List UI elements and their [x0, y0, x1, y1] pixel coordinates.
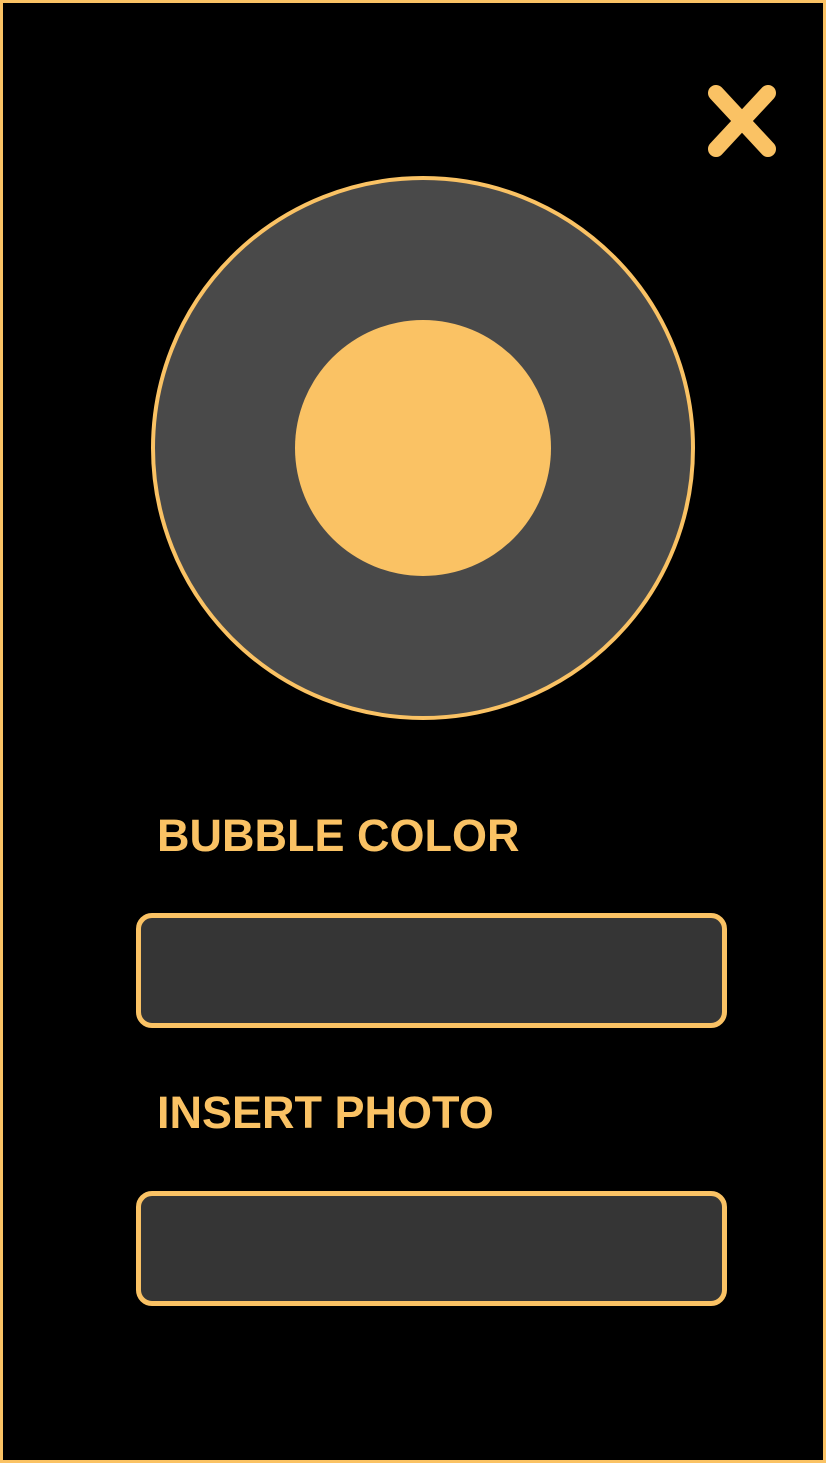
bubble-settings-panel: BUBBLE COLOR INSERT PHOTO — [0, 0, 826, 1463]
close-icon[interactable] — [706, 83, 778, 159]
insert-photo-label: INSERT PHOTO — [157, 1087, 494, 1138]
bubble-preview-inner — [295, 320, 551, 576]
bubble-color-field[interactable] — [136, 913, 727, 1028]
bubble-color-label: BUBBLE COLOR — [157, 810, 520, 861]
insert-photo-field[interactable] — [136, 1191, 727, 1306]
